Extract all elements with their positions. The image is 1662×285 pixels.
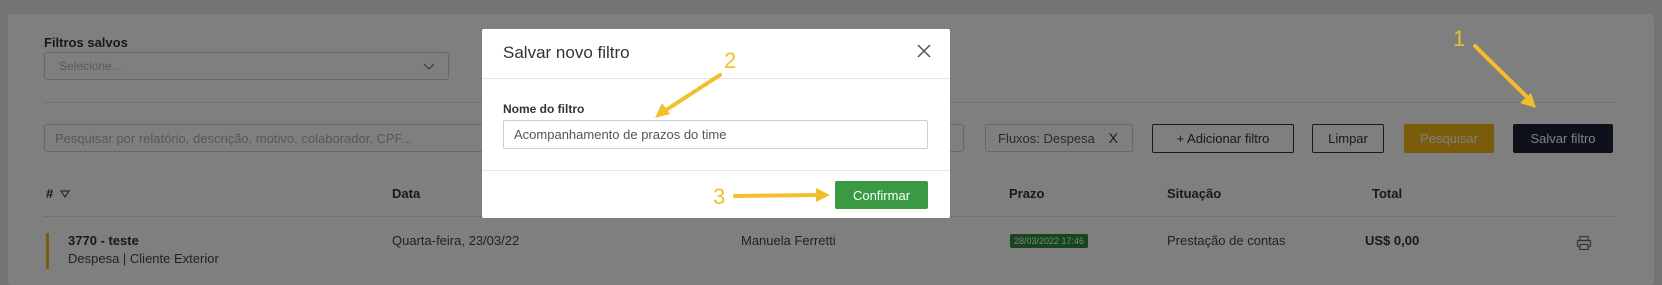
modal-header-divider [482,78,950,79]
annotation-step-2: 2 [724,48,737,73]
annotation-step-3: 3 [713,184,726,209]
annotation-step-1: 1 [1453,26,1466,51]
filter-name-label: Nome do filtro [503,102,585,116]
close-icon[interactable] [916,43,932,59]
filter-name-input[interactable] [503,120,928,149]
modal-footer-divider [482,170,950,171]
modal-title: Salvar novo filtro [503,43,630,62]
confirm-button[interactable]: Confirmar [835,181,928,209]
